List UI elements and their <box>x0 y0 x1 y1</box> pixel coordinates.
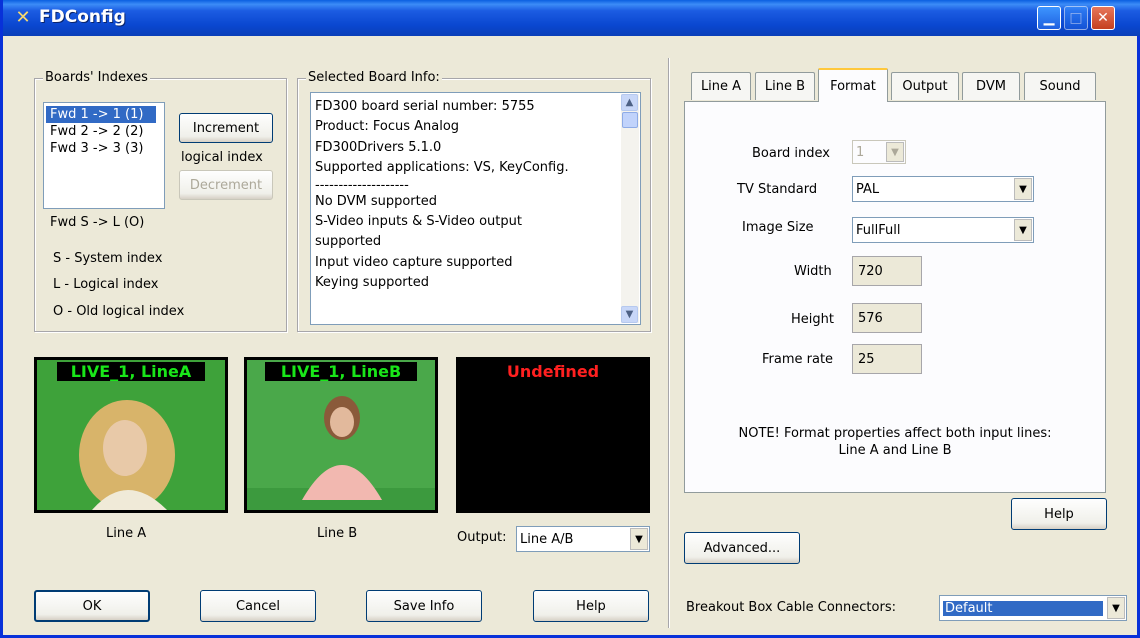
logical-index-label: logical index <box>181 150 263 165</box>
minimize-icon: ▁ <box>1043 10 1055 26</box>
width-field: 720 <box>852 256 922 286</box>
info-line: Supported applications: VS, KeyConfig. <box>315 160 569 176</box>
chevron-down-icon[interactable]: ▼ <box>1014 178 1032 200</box>
vertical-divider <box>668 58 670 628</box>
board-list-item[interactable]: Fwd 2 -> 2 (2) <box>46 123 143 140</box>
info-line: Keying supported <box>315 275 429 291</box>
info-line: FD300Drivers 5.1.0 <box>315 139 442 155</box>
breakout-label: Breakout Box Cable Connectors: <box>686 600 896 615</box>
info-line: Input video capture supported <box>315 254 513 270</box>
info-line: FD300 board serial number: 5755 <box>315 99 535 114</box>
legend-old-logical-index: O - Old logical index <box>53 304 185 319</box>
frame-rate-label: Frame rate <box>762 352 834 367</box>
image-size-value: FullFull <box>856 222 901 238</box>
tv-standard-value: PAL <box>856 181 880 197</box>
info-line: supported <box>315 234 382 250</box>
output-select-value: Line A/B <box>520 531 574 547</box>
maximize-button: □ <box>1064 6 1088 30</box>
save-info-button[interactable]: Save Info <box>366 590 482 622</box>
info-line: S-Video inputs & S-Video output <box>315 214 522 230</box>
board-info-label: Selected Board Info: <box>306 70 442 85</box>
tab-format[interactable]: Format <box>818 68 888 102</box>
increment-button[interactable]: Increment <box>179 113 273 143</box>
scroll-down-icon[interactable]: ▼ <box>621 306 638 323</box>
decrement-button: Decrement <box>179 170 273 200</box>
cancel-button[interactable]: Cancel <box>200 590 316 622</box>
close-icon: ✕ <box>1097 10 1109 26</box>
maximize-icon: □ <box>1069 10 1083 26</box>
preview-line-b: LIVE_1, LineB <box>244 357 438 513</box>
line-a-caption: Line A <box>106 526 147 541</box>
tab-dvm[interactable]: DVM <box>962 72 1020 100</box>
board-info-lines: FD300 board serial number: 5755 Product:… <box>315 97 569 294</box>
fdconfig-window: ✕ FDConfig ▁ □ ✕ Boards' Indexes Fwd 1 -… <box>0 0 1140 638</box>
format-tab-panel: Board index 1 ▼ TV Standard PAL ▼ Image … <box>684 101 1106 493</box>
info-line: -------------------- <box>315 177 409 193</box>
output-select[interactable]: Line A/B ▼ <box>516 526 650 552</box>
tab-output[interactable]: Output <box>891 72 959 100</box>
breakout-value: Default <box>943 600 1103 616</box>
scroll-up-icon[interactable]: ▲ <box>621 94 638 111</box>
board-index-value: 1 <box>856 144 865 160</box>
image-size-select[interactable]: FullFull ▼ <box>852 217 1034 243</box>
chevron-down-icon[interactable]: ▼ <box>630 528 648 550</box>
help-button[interactable]: Help <box>533 590 649 622</box>
format-help-button[interactable]: Help <box>1011 498 1107 530</box>
tab-line-a[interactable]: Line A <box>691 72 751 100</box>
advanced-button[interactable]: Advanced... <box>684 532 800 564</box>
index-format-legend: Fwd S -> L (O) <box>50 215 145 230</box>
info-line: Product: Focus Analog <box>315 119 460 135</box>
close-button[interactable]: ✕ <box>1091 6 1115 30</box>
boards-indexes-label: Boards' Indexes <box>43 70 150 85</box>
chevron-down-icon[interactable]: ▼ <box>1107 597 1125 619</box>
format-note-line1: NOTE! Format properties affect both inpu… <box>738 426 1052 441</box>
image-size-label: Image Size <box>742 220 814 235</box>
scroll-thumb[interactable] <box>622 112 638 128</box>
tv-standard-label: TV Standard <box>737 182 818 197</box>
board-list-item[interactable]: Fwd 1 -> 1 (1) <box>46 106 156 123</box>
presenter-image-b <box>247 360 435 510</box>
tools-icon: ✕ <box>15 7 31 28</box>
board-index-label: Board index <box>752 146 830 161</box>
boards-list[interactable]: Fwd 1 -> 1 (1) Fwd 2 -> 2 (2) Fwd 3 -> 3… <box>43 102 165 209</box>
tab-line-b[interactable]: Line B <box>755 72 815 100</box>
preview-a-label: LIVE_1, LineA <box>57 362 205 381</box>
format-note-line2: Line A and Line B <box>838 443 952 458</box>
width-label: Width <box>794 264 832 279</box>
board-index-select: 1 ▼ <box>852 140 906 164</box>
preview-line-a: LIVE_1, LineA <box>34 357 228 513</box>
tv-standard-select[interactable]: PAL ▼ <box>852 176 1034 202</box>
presenter-image-a <box>37 360 225 510</box>
frame-rate-field: 25 <box>852 344 922 374</box>
legend-system-index: S - System index <box>53 251 163 266</box>
preview-b-label: LIVE_1, LineB <box>265 362 417 381</box>
output-label: Output: <box>457 530 507 545</box>
preview-output-label: Undefined <box>506 362 600 381</box>
breakout-select[interactable]: Default ▼ <box>939 595 1127 621</box>
legend-logical-index: L - Logical index <box>53 277 159 292</box>
ok-button[interactable]: OK <box>34 590 150 622</box>
board-list-item[interactable]: Fwd 3 -> 3 (3) <box>46 140 143 157</box>
chevron-down-icon: ▼ <box>886 142 904 162</box>
line-b-caption: Line B <box>317 526 358 541</box>
chevron-down-icon[interactable]: ▼ <box>1014 219 1032 241</box>
board-info-text[interactable]: FD300 board serial number: 5755 Product:… <box>310 92 641 325</box>
height-field: 576 <box>852 303 922 333</box>
minimize-button[interactable]: ▁ <box>1037 6 1061 30</box>
info-scrollbar[interactable]: ▲ ▼ <box>621 94 639 323</box>
tab-sound[interactable]: Sound <box>1024 72 1096 100</box>
preview-output: Undefined <box>456 357 650 513</box>
window-title: FDConfig <box>39 7 126 27</box>
title-bar[interactable]: ✕ FDConfig ▁ □ ✕ <box>3 0 1140 36</box>
info-line: No DVM supported <box>315 193 437 209</box>
height-label: Height <box>791 312 834 327</box>
